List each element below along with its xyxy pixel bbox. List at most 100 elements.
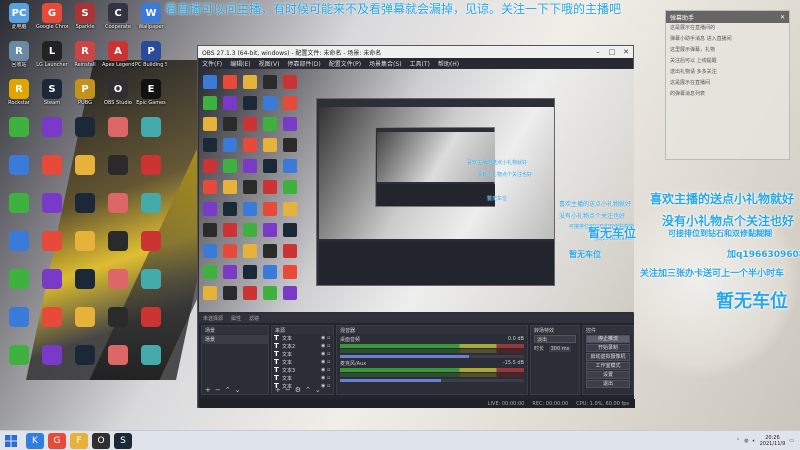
desktop-icon[interactable] [3,307,35,327]
source-item[interactable]: T 文本 ◉ ▫ [272,374,333,382]
menu-item[interactable]: 工具(T) [410,59,430,68]
desktop-icon[interactable] [3,193,35,213]
desktop-icon[interactable] [69,345,101,365]
taskbar-app-obs[interactable]: O [92,432,110,449]
taskbar-app-steam[interactable]: S [114,432,132,449]
desktop-icon[interactable] [3,269,35,289]
add-source-button[interactable]: + [275,386,281,394]
transition-type-select[interactable]: 淡出 [534,335,576,343]
obs-window[interactable]: OBS 27.1.3 (64-bit, windows) - 配置文件: 未命名… [197,45,635,408]
desktop-icon[interactable] [69,269,101,289]
desktop-icon[interactable] [135,193,167,213]
desktop-icon[interactable] [36,231,68,251]
desktop-icon[interactable] [135,307,167,327]
control-button[interactable]: 停止推流 [586,335,630,343]
desktop-icon[interactable] [69,193,101,213]
desktop-icon[interactable] [3,345,35,365]
desktop-icon[interactable]: R Reinstall [69,41,101,68]
desktop-icon[interactable]: R 回收站 [3,41,35,68]
lock-icon[interactable]: ▫ [327,367,333,373]
volume-icon[interactable]: 🔈︎ [753,438,756,444]
desktop-icon[interactable]: P PUBG [69,79,101,106]
desktop-icon[interactable] [36,193,68,213]
desktop-icon[interactable] [102,345,134,365]
notification-icon[interactable]: ▭ [789,438,794,444]
tray-chevron-icon[interactable]: ⌃ [736,438,740,444]
desktop-icon[interactable]: C Cooperate [102,3,134,30]
chat-close-icon[interactable]: ✕ [780,14,785,21]
desktop-icon[interactable] [102,231,134,251]
desktop-icon[interactable]: O OBS Studio [102,79,134,106]
desktop-icon[interactable]: PC 此电脑 [3,3,35,30]
desktop-icon[interactable] [3,231,35,251]
menu-item[interactable]: 编辑(E) [230,59,250,68]
desktop-icon[interactable] [135,269,167,289]
lock-icon[interactable]: ▫ [327,351,333,357]
desktop-icon[interactable] [69,231,101,251]
source-item[interactable]: T 文本 ◉ ▫ [272,334,333,342]
menu-item[interactable]: 停靠部件(D) [287,59,320,68]
control-button[interactable]: 设置 [586,371,630,379]
desktop-icon[interactable] [36,307,68,327]
desktop-icon[interactable]: GGoogle Chrome [36,3,68,30]
desktop-icon[interactable]: A Apex Legends [102,41,134,68]
desktop-icon[interactable] [69,307,101,327]
taskbar-app-chrome[interactable]: G [48,432,66,449]
menu-item[interactable]: 视图(V) [259,59,280,68]
desktop-icon[interactable] [36,155,68,175]
minimize-button[interactable]: – [591,48,605,56]
chat-overlay-panel[interactable]: 弹幕助手 ✕ 这是展示在直播间的 弹幕小助手消息 进入直播间 这里展示弹幕，礼物 关注… [665,10,790,160]
lock-icon[interactable]: ▫ [327,343,333,349]
desktop-icon[interactable] [69,117,101,137]
remove-scene-button[interactable]: − [215,386,221,394]
desktop-icon[interactable] [102,117,134,137]
desktop-icon[interactable] [36,117,68,137]
desktop-icon[interactable]: R Rockstar [3,79,35,106]
close-button[interactable]: ✕ [619,48,633,56]
menu-item[interactable]: 场景集合(S) [369,59,402,68]
obs-preview-canvas[interactable]: 喜欢主播的送点小礼物就好 没有小礼物点个关注也好 暂无车位 喜欢主播的送点小礼物… [199,69,634,312]
remove-source-button[interactable]: − [285,386,291,394]
duration-value[interactable]: 300 ms [548,346,572,352]
desktop-icon[interactable]: S Sparkle [69,3,101,30]
desktop-icon[interactable] [36,345,68,365]
control-button[interactable]: 工作室模式 [586,362,630,370]
desktop-icon[interactable]: W Wallpaper [135,3,167,30]
volume-slider[interactable] [340,379,524,382]
desktop-icon[interactable]: PPC Building Simulator [135,41,167,68]
source-item[interactable]: T 文本2 ◉ ▫ [272,342,333,350]
maximize-button[interactable]: □ [605,48,619,56]
control-button[interactable]: 启动虚拟摄像机 [586,353,630,361]
taskbar-app-folder[interactable]: F [70,432,88,449]
desktop-icon[interactable] [69,155,101,175]
control-button[interactable]: 开始录制 [586,344,630,352]
desktop-icon[interactable]: L LG Launcher [36,41,68,68]
start-button[interactable] [0,431,22,450]
control-button[interactable]: 退出 [586,380,630,388]
source-item[interactable]: T 文本 ◉ ▫ [272,350,333,358]
desktop-icon[interactable]: S Steam [36,79,68,106]
source-up-button[interactable]: ⌃ [305,386,311,394]
desktop-icon[interactable] [102,193,134,213]
source-item[interactable]: T 文本3 ◉ ▫ [272,366,333,374]
desktop-icon[interactable] [102,307,134,327]
scene-up-button[interactable]: ⌃ [225,386,231,394]
taskbar-app-kook[interactable]: K [26,432,44,449]
source-down-button[interactable]: ⌄ [315,386,321,394]
menu-item[interactable]: 帮助(H) [438,59,459,68]
volume-slider[interactable] [340,355,524,358]
lock-icon[interactable]: ▫ [327,335,333,341]
properties-button[interactable]: 属性 [231,315,241,322]
desktop-icon[interactable] [135,155,167,175]
lock-icon[interactable]: ▫ [327,375,333,381]
desktop-icon[interactable] [135,117,167,137]
network-icon[interactable]: ◍ [744,438,748,444]
desktop-icon[interactable] [135,345,167,365]
desktop-icon[interactable] [102,155,134,175]
lock-icon[interactable]: ▫ [327,359,333,365]
menu-item[interactable]: 文件(F) [202,59,222,68]
desktop-icon[interactable] [36,269,68,289]
obs-titlebar[interactable]: OBS 27.1.3 (64-bit, windows) - 配置文件: 未命名… [198,46,633,58]
scene-item[interactable]: 场景 [202,335,268,344]
desktop-icon[interactable] [3,117,35,137]
